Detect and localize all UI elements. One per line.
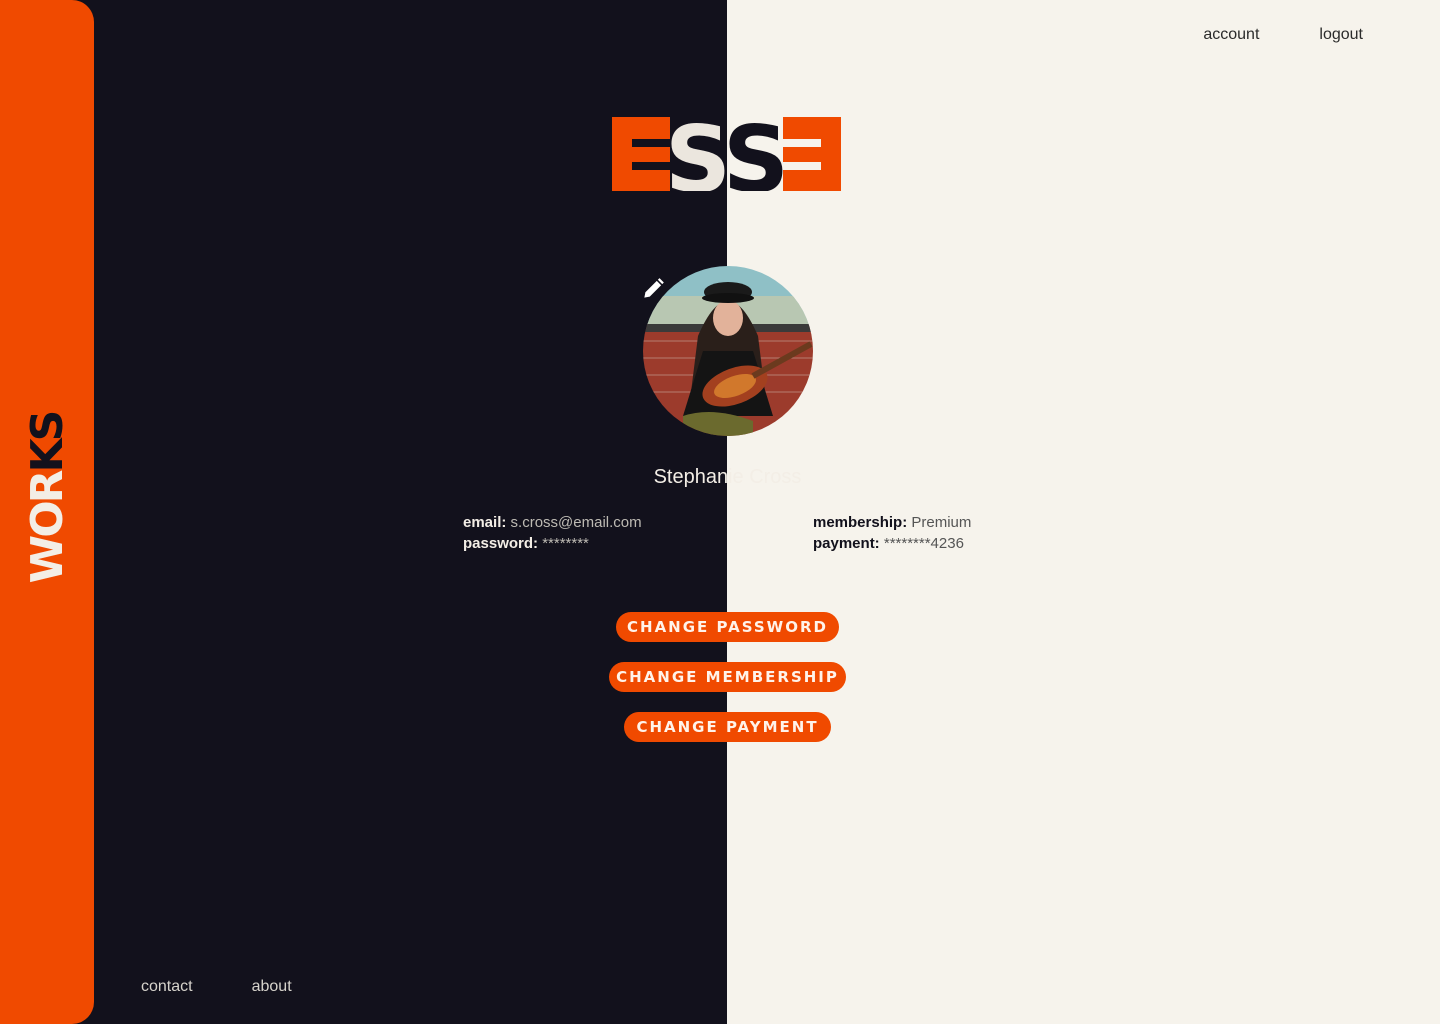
payment-label: payment:: [813, 535, 880, 552]
logo-letter-s1: S: [665, 117, 731, 191]
logout-link[interactable]: logout: [1319, 26, 1363, 44]
account-link[interactable]: account: [1203, 26, 1259, 44]
profile-avatar[interactable]: [643, 266, 813, 436]
avatar-image: [643, 266, 813, 436]
payment-row: payment: ********4236: [813, 533, 971, 554]
edit-icon[interactable]: [640, 276, 666, 302]
about-link[interactable]: about: [252, 978, 292, 996]
billing-info: membership: Premium payment: ********423…: [813, 512, 971, 554]
password-value: ********: [542, 535, 589, 552]
membership-value: Premium: [911, 514, 972, 531]
account-credentials: email: s.cross@email.com password: *****…: [463, 512, 642, 554]
change-password-button[interactable]: CHANGE PASSWORD: [616, 612, 839, 642]
change-membership-button[interactable]: CHANGE MEMBERSHIP: [609, 662, 846, 692]
membership-row: membership: Premium: [813, 512, 971, 533]
email-value: s.cross@email.com: [510, 514, 642, 531]
contact-link[interactable]: contact: [141, 978, 193, 996]
sidebar-word-part1: WOR: [22, 472, 73, 584]
password-label: password:: [463, 535, 539, 552]
password-row: password: ********: [463, 533, 642, 554]
email-label: email:: [463, 514, 507, 531]
change-payment-button[interactable]: CHANGE PAYMENT: [624, 712, 831, 742]
email-row: email: s.cross@email.com: [463, 512, 642, 533]
membership-label: membership:: [813, 514, 908, 531]
logo-letter-e: [612, 117, 670, 191]
brand-logo: S S: [612, 117, 841, 191]
logo-letter-s2: S: [723, 117, 789, 191]
payment-value: ********4236: [883, 535, 964, 552]
profile-name: Stephanie Cross: [653, 466, 802, 488]
sidebar: WORKS: [0, 0, 94, 1024]
logo-letter-e-mirrored: [783, 117, 841, 191]
footer-nav: contact about: [141, 978, 292, 996]
sidebar-word-part2: KS: [22, 412, 73, 473]
sidebar-brand-word: WORKS: [22, 413, 73, 584]
top-nav: account logout: [1203, 26, 1363, 44]
